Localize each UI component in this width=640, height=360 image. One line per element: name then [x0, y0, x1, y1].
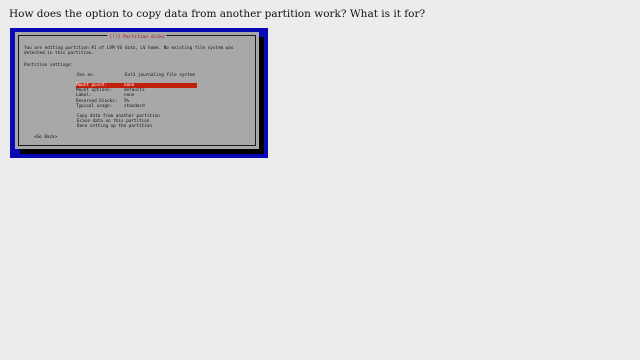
- installer-screen: [!!] Partition disks You are editing par…: [10, 28, 268, 158]
- partition-actions: Copy data from another partition Erase d…: [77, 114, 160, 130]
- setting-typical-usage[interactable]: Typical usage: standard: [76, 104, 197, 109]
- setting-label: Typical usage:: [76, 103, 113, 109]
- settings-list: Mount point: none Mount options: default…: [76, 83, 198, 109]
- question-text: How does the option to copy data from an…: [9, 8, 426, 20]
- dialog-frame: [!!] Partition disks You are editing par…: [18, 35, 256, 146]
- partition-dialog: [!!] Partition disks You are editing par…: [15, 32, 259, 149]
- settings-heading: Partition settings:: [24, 63, 74, 68]
- intro-text: You are editing partition #1 of LVM VG d…: [24, 46, 234, 56]
- setting-value: standard: [124, 103, 145, 109]
- dialog-title: [!!] Partition disks: [107, 35, 167, 41]
- done-setup-action[interactable]: Done setting up the partition: [77, 124, 160, 129]
- use-as-label: Use as:: [77, 73, 96, 78]
- intro-line: detected in this partition.: [24, 51, 94, 57]
- go-back-button[interactable]: <Go Back>: [34, 135, 57, 140]
- use-as-value: Ext3 journaling file system: [125, 73, 195, 78]
